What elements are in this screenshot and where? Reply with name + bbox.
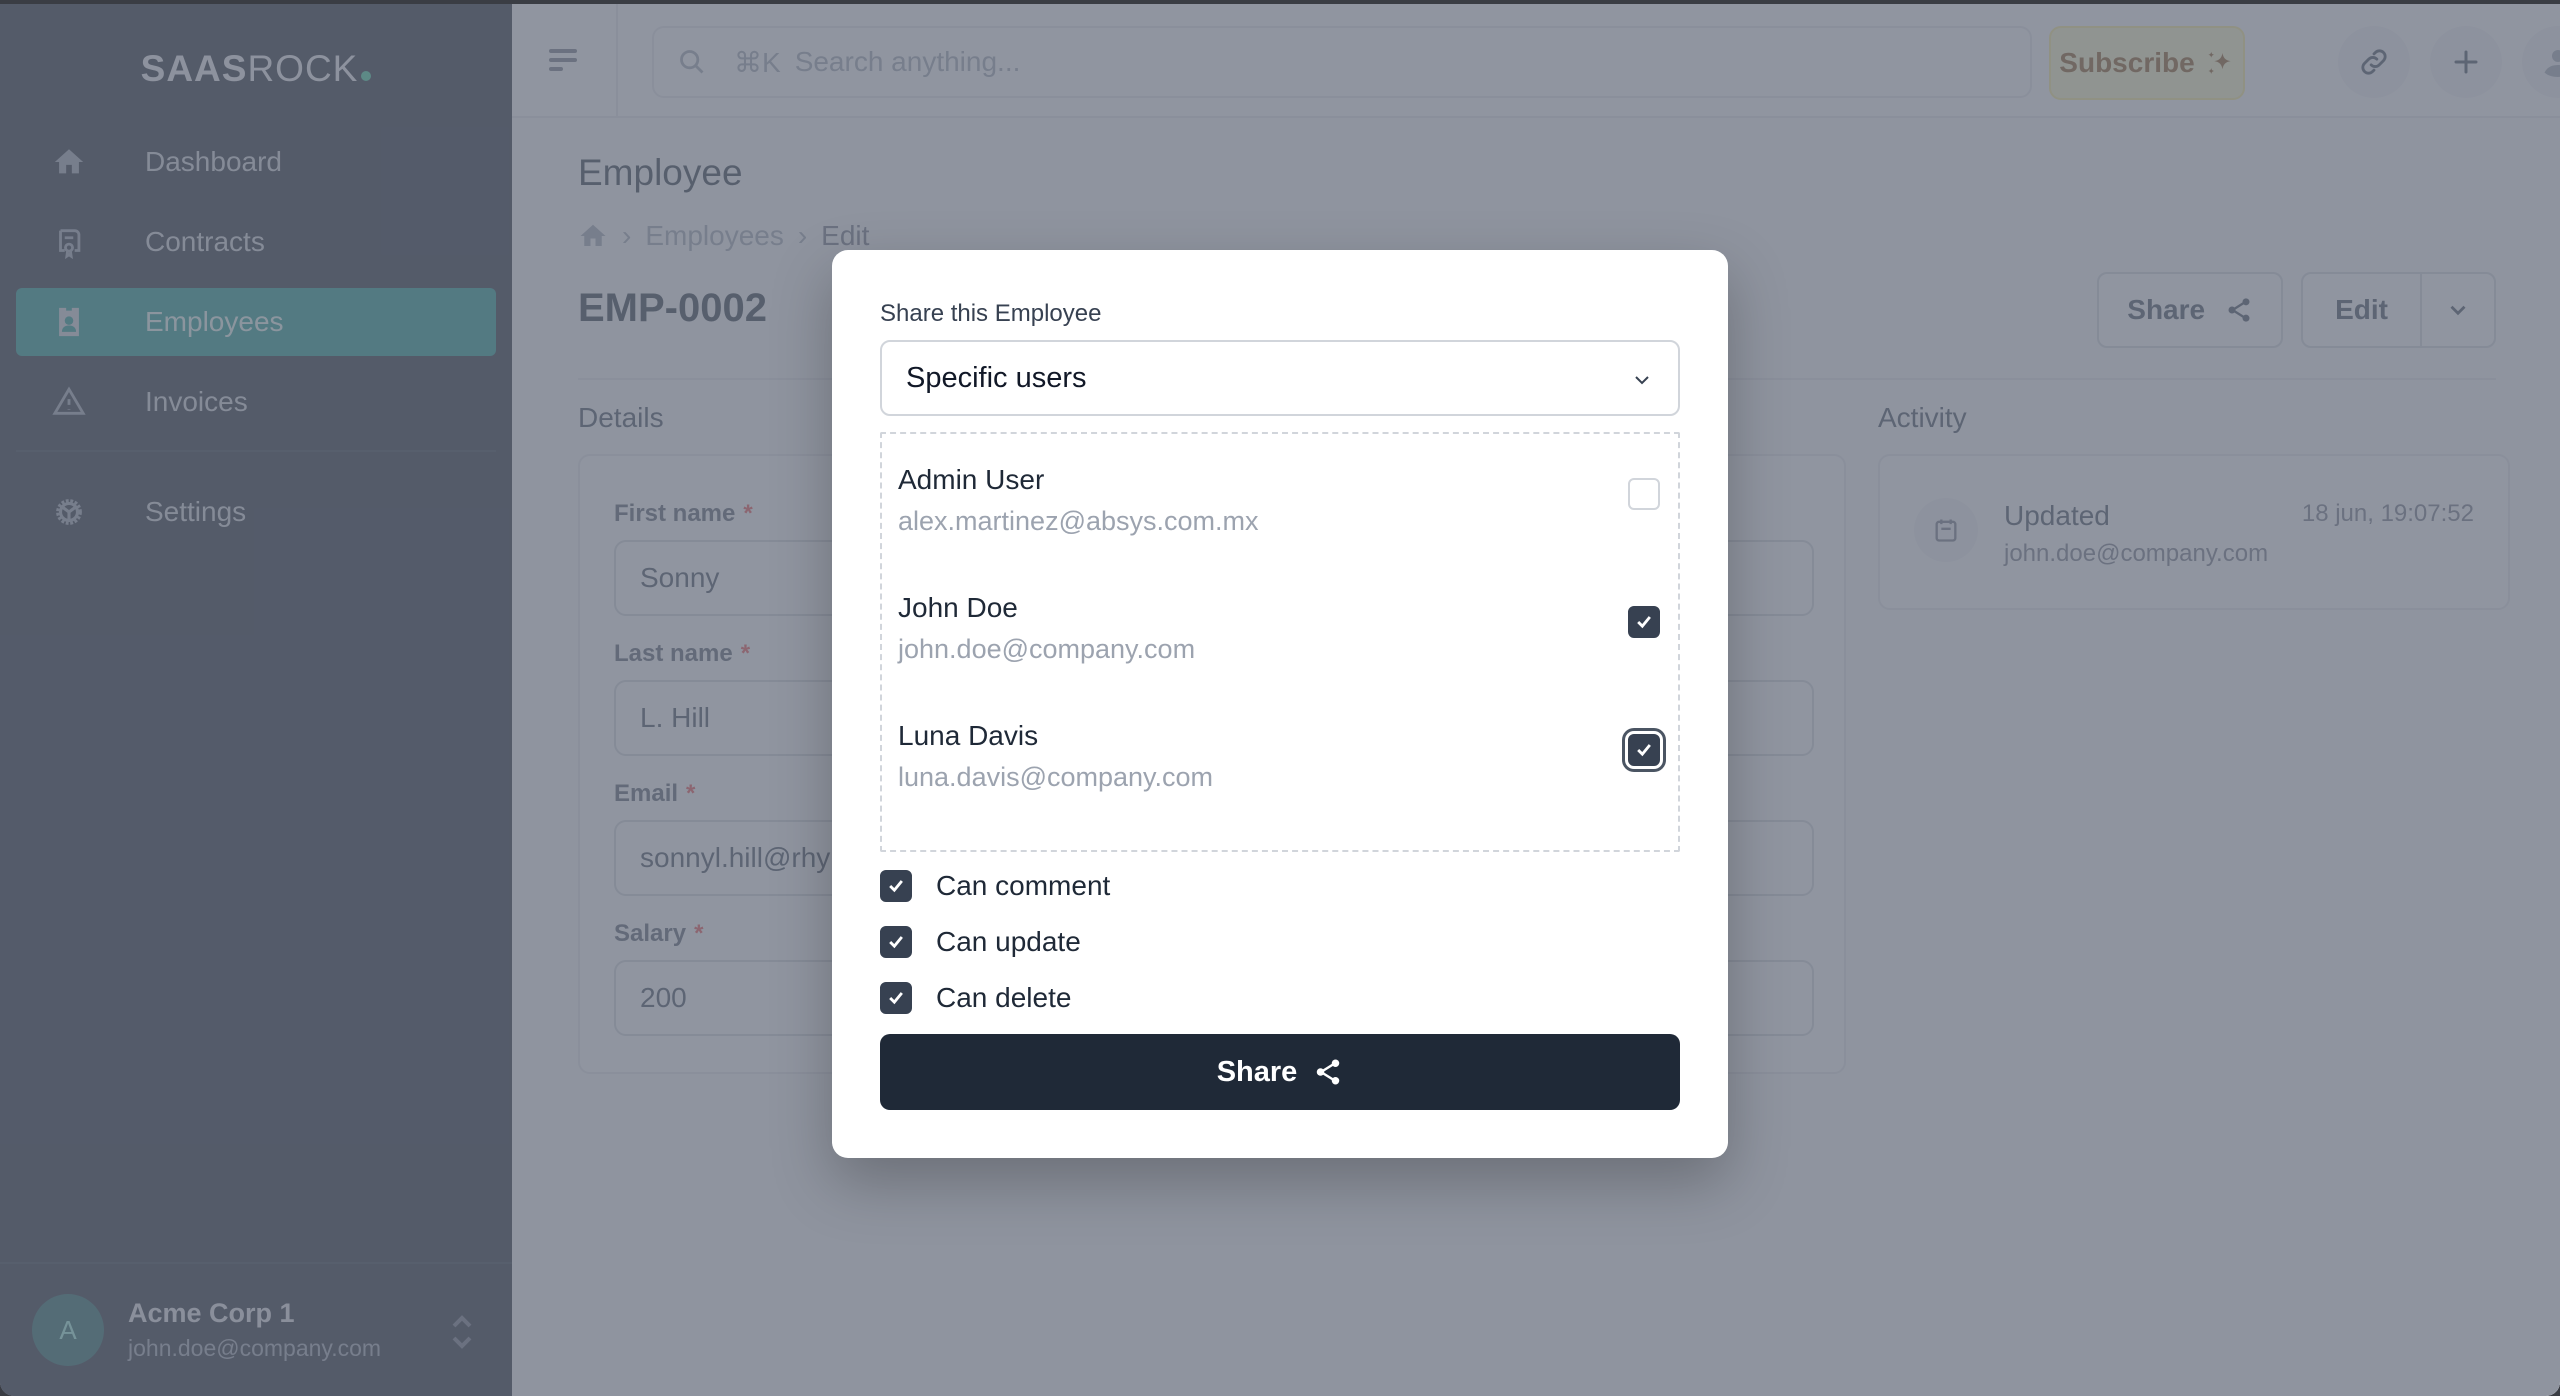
share-visibility-select[interactable]: Specific users <box>880 340 1680 416</box>
share-icon <box>1317 1059 1340 1085</box>
share-modal-label: Share this Employee <box>880 300 1102 327</box>
user-name: John Doe <box>898 592 1018 623</box>
can-delete-label: Can delete <box>936 982 1072 1013</box>
check-icon <box>889 992 903 1005</box>
can-update-checkbox[interactable] <box>880 926 912 958</box>
permission-can-update[interactable]: Can update <box>880 922 1081 962</box>
app-window: SAASROCK Dashboard Contracts Employees <box>0 4 2560 1396</box>
user-email: luna.davis@company.com <box>898 762 1214 792</box>
user-list-item[interactable]: Luna Davis luna.davis@company.com <box>898 720 1662 810</box>
can-comment-label: Can comment <box>936 870 1111 901</box>
select-value: Specific users <box>906 361 1087 394</box>
user-list-item[interactable]: Admin User alex.martinez@absys.com.mx <box>898 464 1662 554</box>
chevron-down-icon <box>1635 376 1649 385</box>
share-submit-label: Share <box>1216 1055 1298 1088</box>
can-delete-checkbox[interactable] <box>880 982 912 1014</box>
check-icon <box>1637 744 1651 757</box>
user-checkbox[interactable] <box>1628 606 1660 638</box>
share-modal: Share this Employee Specific users Admin… <box>832 250 1728 1158</box>
can-update-label: Can update <box>936 926 1081 957</box>
user-name: Luna Davis <box>898 720 1039 751</box>
permission-can-comment[interactable]: Can comment <box>880 866 1110 906</box>
user-checkbox[interactable] <box>1628 734 1660 766</box>
user-list-item[interactable]: John Doe john.doe@company.com <box>898 592 1662 682</box>
user-list: Admin User alex.martinez@absys.com.mx Jo… <box>880 432 1680 852</box>
check-icon <box>889 880 903 893</box>
permission-can-delete[interactable]: Can delete <box>880 978 1071 1018</box>
user-email: alex.martinez@absys.com.mx <box>898 506 1259 536</box>
check-icon <box>1637 616 1651 629</box>
user-checkbox[interactable] <box>1628 478 1660 510</box>
share-submit-button[interactable]: Share <box>880 1034 1680 1110</box>
can-comment-checkbox[interactable] <box>880 870 912 902</box>
check-icon <box>889 936 903 949</box>
user-name: Admin User <box>898 464 1045 495</box>
user-email: john.doe@company.com <box>898 634 1196 664</box>
